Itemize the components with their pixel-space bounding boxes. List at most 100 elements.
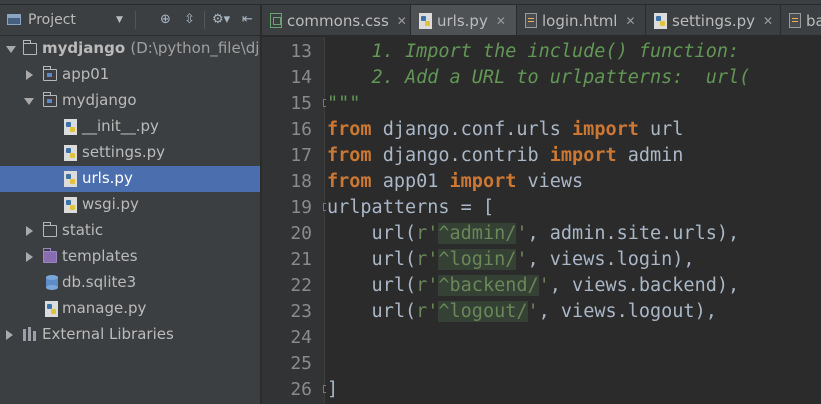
code-line[interactable]: """ <box>327 93 360 114</box>
string-literal: ' <box>538 275 550 296</box>
line-number: 26 <box>290 379 312 400</box>
code-editor[interactable]: 1. Import the include() function: 2. Add… <box>326 37 821 404</box>
tree-item-mydjango-package[interactable]: mydjango <box>0 88 260 114</box>
code-text: , admin.site.urls), <box>527 223 740 244</box>
line-number: 13 <box>290 41 312 62</box>
close-icon[interactable]: ✕ <box>763 14 773 28</box>
regex-highlight: ^login/ <box>438 249 517 270</box>
css-file-icon <box>270 13 282 28</box>
tree-item-label: static <box>62 221 104 239</box>
tree-item-label: mydjango <box>62 91 137 109</box>
code-text: , views.logout), <box>538 301 717 322</box>
tree-item-app01[interactable]: app01 <box>0 62 260 88</box>
code-text: url( <box>327 249 417 270</box>
tree-item-label: urls.py <box>82 169 133 187</box>
tree-item-templates[interactable]: templates <box>0 244 260 270</box>
line-number: 20 <box>290 223 312 244</box>
tree-item-label: templates <box>62 247 138 265</box>
html-file-icon <box>525 13 537 28</box>
string-literal: r' <box>416 301 439 322</box>
code-line[interactable]: url(r'^admin/', admin.site.urls), <box>327 223 739 244</box>
tree-item-label: mydjango (D:\python_file\dj <box>42 39 260 57</box>
chevron-down-icon[interactable] <box>24 98 34 105</box>
keyword: from <box>327 171 372 192</box>
string-literal: ' <box>516 223 528 244</box>
collapse-all-icon[interactable]: ⇳ <box>184 12 195 28</box>
line-number: 18 <box>290 171 312 192</box>
tree-item-urls-py[interactable]: urls.py <box>0 166 260 192</box>
chevron-right-icon[interactable] <box>26 70 33 80</box>
code-line[interactable]: 1. Import the include() function: <box>327 41 750 62</box>
import-name: url <box>638 119 684 140</box>
code-text: url( <box>327 275 417 296</box>
tree-item-mydjango-root[interactable]: mydjango (D:\python_file\dj <box>0 36 260 62</box>
tree-item-wsgi-py[interactable]: wsgi.py <box>0 192 260 218</box>
line-number: 17 <box>290 145 312 166</box>
python-file-icon <box>64 145 77 161</box>
keyword: import <box>449 171 517 192</box>
tree-item-db-sqlite3[interactable]: db.sqlite3 <box>0 270 260 296</box>
code-line[interactable]: from app01 import views <box>327 171 583 192</box>
locate-icon[interactable]: ⊕ <box>160 12 171 28</box>
code-line[interactable]: from django.contrib import admin <box>327 145 683 166</box>
tab-label: commons.css <box>287 11 389 30</box>
line-number: 14 <box>290 67 312 88</box>
code-line[interactable]: url(r'^backend/', views.backend), <box>327 275 739 296</box>
import-name: admin <box>616 145 684 166</box>
code-line[interactable]: url(r'^logout/', views.logout), <box>327 301 717 322</box>
tree-item-init-py[interactable]: __init__.py <box>0 114 260 140</box>
regex-highlight: ^admin/ <box>438 223 517 244</box>
python-file-icon <box>45 301 58 317</box>
tab-login-html[interactable]: login.html ✕ <box>517 5 646 35</box>
tree-item-settings-py[interactable]: settings.py <box>0 140 260 166</box>
html-file-icon <box>789 13 801 28</box>
chevron-down-icon[interactable] <box>6 46 16 53</box>
keyword: from <box>327 145 372 166</box>
tab-label: login.html <box>542 11 618 30</box>
line-number: 23 <box>290 301 312 322</box>
module-name: django.conf.urls <box>371 119 573 140</box>
string-literal: ' <box>516 249 528 270</box>
gear-icon[interactable]: ⚙▾ <box>212 12 230 28</box>
code-line[interactable]: 2. Add a URL to urlpatterns: url( <box>327 67 751 88</box>
code-line[interactable]: urlpatterns = [ <box>327 197 494 218</box>
tab-settings-py[interactable]: settings.py ✕ <box>646 5 781 35</box>
line-number: 19 <box>290 197 312 218</box>
tree-item-static[interactable]: static <box>0 218 260 244</box>
regex-highlight: ^backend/ <box>438 275 539 296</box>
python-file-icon <box>654 12 667 29</box>
module-name: app01 <box>371 171 450 192</box>
editor-tab-bar: commons.css ✕ urls.py ✕ login.html ✕ set… <box>262 5 821 36</box>
string-literal: r' <box>416 223 439 244</box>
tree-item-label: app01 <box>62 65 110 83</box>
toolbar-divider <box>204 11 205 29</box>
chevron-right-icon[interactable] <box>26 226 33 236</box>
project-toolbar: Project ▼ ⊕ ⇳ ⚙▾ ⇤ <box>0 5 260 36</box>
code-line[interactable]: ] <box>327 379 338 400</box>
chevron-right-icon[interactable] <box>26 252 33 262</box>
line-number: 15 <box>290 93 312 114</box>
code-line[interactable]: url(r'^login/', views.login), <box>327 249 695 270</box>
tree-item-label: settings.py <box>82 143 165 161</box>
tab-label: settings.py <box>672 11 755 30</box>
chevron-right-icon[interactable] <box>6 330 13 340</box>
tab-commons-css[interactable]: commons.css ✕ <box>262 5 411 35</box>
tab-label: urls.py <box>437 11 488 30</box>
module-name: django.contrib <box>371 145 550 166</box>
tree-item-label: manage.py <box>62 299 147 317</box>
close-icon[interactable]: ✕ <box>496 14 506 28</box>
module-folder-icon <box>42 66 57 81</box>
close-icon[interactable]: ✕ <box>397 14 407 28</box>
code-line[interactable]: from django.conf.urls import url <box>327 119 683 140</box>
tree-item-manage-py[interactable]: manage.py <box>0 296 260 322</box>
close-icon[interactable]: ✕ <box>625 14 635 28</box>
database-icon <box>46 275 58 290</box>
tab-urls-py[interactable]: urls.py ✕ <box>411 5 517 35</box>
hide-panel-icon[interactable]: ⇤ <box>242 12 253 28</box>
chevron-down-icon[interactable]: ▼ <box>116 15 123 25</box>
tab-ba[interactable]: ba <box>781 5 821 35</box>
code-text: , views.login), <box>527 249 695 270</box>
import-name: views <box>516 171 584 192</box>
project-view-selector[interactable]: Project <box>28 12 76 28</box>
tree-item-external-libraries[interactable]: External Libraries <box>0 322 260 348</box>
